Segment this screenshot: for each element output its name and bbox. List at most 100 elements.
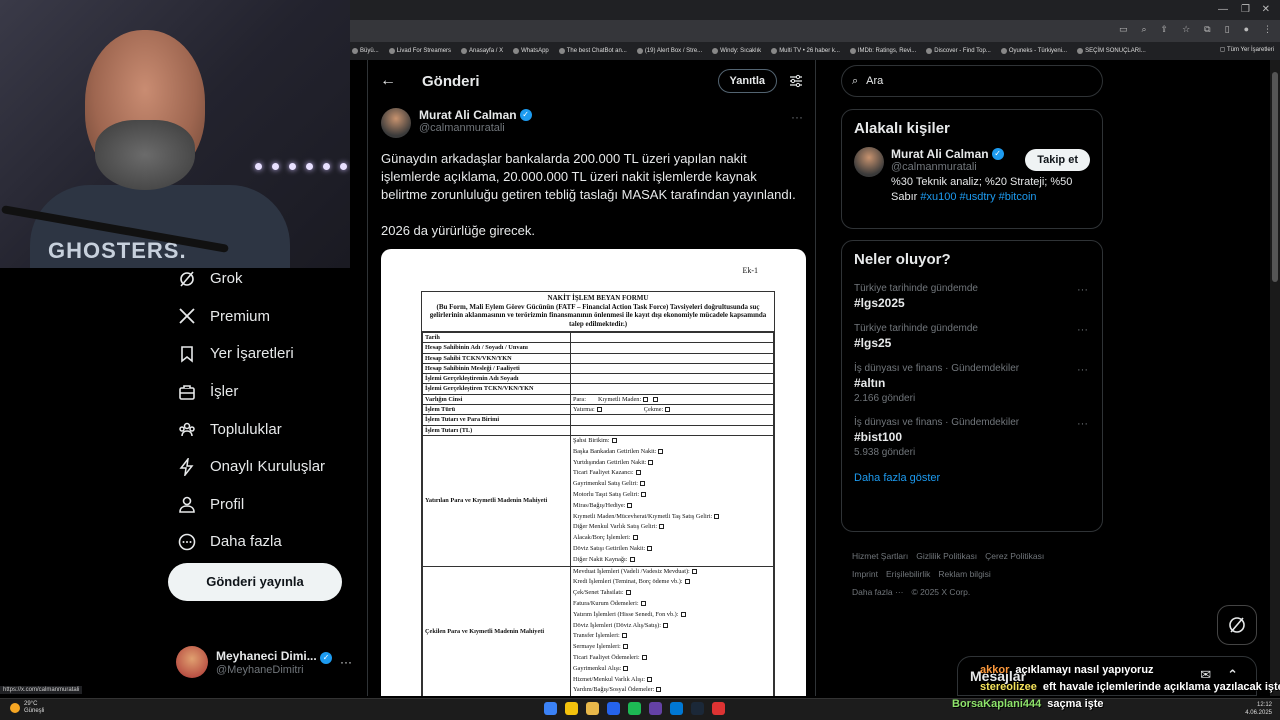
folder-icon[interactable] [586, 702, 599, 715]
account-switcher[interactable]: Meyhaneci Dimi... ✓ @MeyhaneDimitri ··· [176, 645, 356, 679]
scrollbar[interactable] [1270, 60, 1280, 696]
back-arrow-icon[interactable]: ← [380, 72, 396, 90]
extensions-icon[interactable]: ⧉ [1204, 24, 1210, 35]
nav-item-topluluklar[interactable]: Topluluklar [160, 410, 350, 448]
form-checkbox-option: Yardım/Bağış/Sosyal Ödemeler: [573, 685, 771, 696]
trend-more-icon[interactable]: ··· [1077, 364, 1088, 376]
edge-icon[interactable] [607, 702, 620, 715]
bookmark-item[interactable]: Multi TV • 26 haber k... [771, 48, 840, 54]
show-more-link[interactable]: Daha fazla göster [842, 466, 1102, 496]
bookmark-favicon-icon [849, 48, 856, 54]
steam-icon[interactable] [691, 702, 704, 715]
bookmark-item[interactable]: WhatsApp [513, 48, 549, 54]
scrollbar-thumb[interactable] [1272, 72, 1278, 282]
form-field-label: İşlemi Gerçekleştirenin Adı Soyadı [422, 373, 571, 385]
cash-declaration-form: NAKİT İŞLEM BEYAN FORMU (Bu Form, Mali E… [421, 291, 775, 696]
bookmark-item[interactable]: The best ChatBot an... [558, 48, 627, 54]
checkbox-icon [659, 524, 665, 530]
checkbox-icon [656, 687, 662, 693]
minimize-icon[interactable]: — [1218, 4, 1228, 15]
follow-button[interactable]: Takip et [1025, 149, 1090, 171]
cast-icon[interactable]: ▭ [1119, 24, 1128, 35]
bookmark-item[interactable]: Büyü... [352, 48, 379, 54]
card-title: Neler oluyor? [854, 251, 951, 268]
close-icon[interactable]: ✕ [1262, 4, 1270, 15]
bio-hashtags[interactable]: #xu100 #usdtry #bitcoin [920, 191, 1036, 203]
form-field-value [570, 331, 774, 344]
author-name[interactable]: Murat Ali Calman ✓ [419, 108, 532, 122]
nav-item-premium[interactable]: Premium [160, 298, 350, 336]
bookmark-item[interactable]: Anasayfa / X [461, 48, 503, 54]
footer-link[interactable]: Hizmet Şartları [852, 551, 908, 561]
footer-link[interactable]: Gizlilik Politikası [916, 551, 977, 561]
filter-sliders-icon[interactable] [789, 74, 803, 88]
bookmark-item[interactable]: IMDb: Ratings, Revi... [849, 48, 916, 54]
weather-widget[interactable]: 29°C Güneşli [10, 701, 44, 715]
bookmark-item[interactable]: (19) Alert Box / Stre... [636, 48, 702, 54]
bookmark-item[interactable]: SEÇİM SONUÇLARI... [1077, 48, 1146, 54]
form-checkbox-option: Yatırım İşlemleri (Hisse Senedi, Fon vb.… [573, 610, 771, 621]
form-checkbox-option: Ticari Faaliyet Ödemeleri: [573, 653, 771, 664]
sidebar-icon[interactable]: ▯ [1225, 24, 1230, 35]
chrome-icon[interactable] [565, 702, 578, 715]
related-person[interactable]: Murat Ali Calman ✓ @calmanmuratali %30 T… [842, 141, 1102, 215]
all-bookmarks[interactable]: ▢ Tüm Yer İşaretleri [1220, 46, 1274, 53]
avatar[interactable] [381, 108, 411, 138]
more-icon[interactable]: ··· [340, 655, 352, 669]
nav-item-daha-fazla[interactable]: Daha fazla [160, 523, 350, 561]
nav-item-label: Yer İşaretleri [210, 345, 294, 363]
post-more-icon[interactable]: ··· [791, 110, 803, 124]
nav-item-i-şler[interactable]: İşler [160, 373, 350, 411]
form-checkbox-option: Yurtdışından Getirilen Nakit: [573, 458, 771, 469]
nav-item-grok[interactable]: Grok [160, 260, 350, 298]
trend-item[interactable]: Türkiye tarihinde gündemde #lgs2025 ··· [842, 278, 1102, 318]
form-options: Yatırma: Çekme: [570, 404, 774, 416]
share-icon[interactable]: ⇪ [1161, 24, 1169, 35]
trend-more-icon[interactable]: ··· [1077, 284, 1088, 296]
menu-icon[interactable]: ⋮ [1263, 24, 1272, 35]
checkbox-icon [647, 545, 653, 551]
nav-item-yer-i-şaretleri[interactable]: Yer İşaretleri [160, 335, 350, 373]
search-input[interactable]: ⌕ Ara [841, 65, 1103, 97]
more-circle-icon [178, 533, 196, 551]
footer-link[interactable]: © 2025 X Corp. [912, 587, 971, 597]
footer-link[interactable]: Daha fazla ··· [852, 587, 904, 597]
post-author[interactable]: Murat Ali Calman ✓ @calmanmuratali [381, 108, 532, 138]
trend-item[interactable]: Türkiye tarihinde gündemde #lgs25 ··· [842, 318, 1102, 358]
zoom-icon[interactable]: ⌕ [1142, 24, 1147, 35]
bookmark-item[interactable]: Discover - Find Top... [926, 48, 991, 54]
trend-item[interactable]: İş dünyası ve finans · Gündemdekiler #alt… [842, 358, 1102, 412]
start-icon[interactable] [544, 702, 557, 715]
obs-icon[interactable] [712, 702, 725, 715]
nav-item-label: Daha fazla [210, 533, 282, 551]
system-tray[interactable]: 12:12 4.06.2025 [1245, 701, 1272, 717]
trend-context: Türkiye tarihinde gündemde [854, 323, 978, 334]
maximize-icon[interactable]: ❐ [1241, 4, 1250, 15]
trend-more-icon[interactable]: ··· [1077, 324, 1088, 336]
grok-button[interactable] [1217, 605, 1257, 645]
star-icon[interactable]: ☆ [1182, 24, 1190, 35]
footer-link[interactable]: Reklam bilgisi [938, 569, 990, 579]
footer-link[interactable]: Imprint [852, 569, 878, 579]
app-icon[interactable] [670, 702, 683, 715]
page-title: Gönderi [422, 72, 480, 90]
reply-button[interactable]: Yanıtla [717, 69, 777, 93]
trend-item[interactable]: İş dünyası ve finans · Gündemdekiler #bis… [842, 412, 1102, 466]
bookmark-item[interactable]: Livad For Streamers [388, 48, 451, 54]
avatar[interactable] [854, 147, 884, 177]
nav-item-profil[interactable]: Profil [160, 486, 350, 524]
twitch-icon[interactable] [649, 702, 662, 715]
bookmark-item[interactable]: Oyuneks - Türkiyeni... [1000, 48, 1067, 54]
spotify-icon[interactable] [628, 702, 641, 715]
bookmark-item[interactable]: Windy: Sıcaklık [712, 48, 761, 54]
trend-more-icon[interactable]: ··· [1077, 418, 1088, 430]
author-handle[interactable]: @calmanmuratali [419, 122, 532, 134]
post-button[interactable]: Gönderi yayınla [168, 563, 342, 601]
profile-icon[interactable]: ● [1244, 24, 1249, 35]
verified-icon: ✓ [991, 148, 1004, 160]
post-image-document[interactable]: Ek-1 NAKİT İŞLEM BEYAN FORMU (Bu Form, M… [381, 249, 806, 696]
nav-item-onaylı-kuruluşlar[interactable]: Onaylı Kuruluşlar [160, 448, 350, 486]
footer-link[interactable]: Çerez Politikası [985, 551, 1044, 561]
trend-context: İş dünyası ve finans · Gündemdekiler [854, 417, 1020, 428]
footer-link[interactable]: Erişilebilirlik [886, 569, 930, 579]
